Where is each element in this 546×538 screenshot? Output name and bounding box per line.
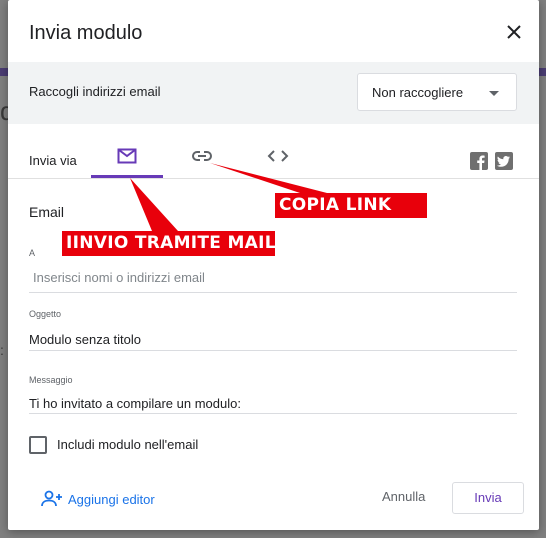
to-field-underline [29, 292, 517, 293]
include-form-checkbox[interactable] [29, 436, 47, 454]
tab-embed[interactable] [242, 140, 314, 178]
send-via-label: Invia via [29, 153, 77, 168]
tab-link[interactable] [166, 140, 238, 178]
tabs-divider [8, 178, 539, 179]
send-form-dialog: Invia modulo Raccogli indirizzi email No… [8, 0, 539, 530]
add-editor-label: Aggiungi editor [68, 492, 155, 507]
twitter-share-button[interactable] [495, 152, 513, 170]
tab-email[interactable] [91, 140, 163, 178]
collect-email-row: Raccogli indirizzi email Non raccogliere [8, 62, 539, 124]
twitter-icon [496, 156, 510, 167]
message-field-label: Messaggio [29, 375, 73, 385]
to-field-label: A [29, 248, 36, 258]
to-field-input[interactable]: Inserisci nomi o indirizzi email [33, 270, 205, 285]
link-icon [192, 151, 212, 161]
email-section-title: Email [29, 204, 65, 220]
chevron-down-icon [489, 91, 499, 96]
background-fragment-small: : [0, 342, 4, 358]
code-icon [267, 150, 289, 162]
facebook-icon [477, 155, 485, 170]
close-icon [507, 25, 521, 39]
mail-icon [117, 148, 137, 164]
dialog-title: Invia modulo [29, 22, 143, 44]
facebook-share-button[interactable] [470, 152, 488, 170]
send-button[interactable]: Invia [452, 482, 524, 514]
cancel-button[interactable]: Annulla [382, 489, 425, 504]
collect-email-label: Raccogli indirizzi email [29, 84, 161, 99]
collect-email-selected: Non raccogliere [372, 85, 464, 100]
collect-email-select[interactable]: Non raccogliere [357, 73, 517, 111]
subject-field-label: Oggetto [29, 309, 62, 319]
add-person-icon [41, 490, 62, 507]
message-field-input[interactable]: Ti ho invitato a compilare un modulo: [29, 396, 241, 411]
include-form-label: Includi modulo nell'email [57, 437, 199, 452]
message-field-underline [29, 413, 517, 414]
close-button[interactable] [502, 20, 526, 44]
subject-field-input[interactable]: Modulo senza titolo [29, 332, 141, 347]
subject-field-underline [29, 350, 517, 351]
